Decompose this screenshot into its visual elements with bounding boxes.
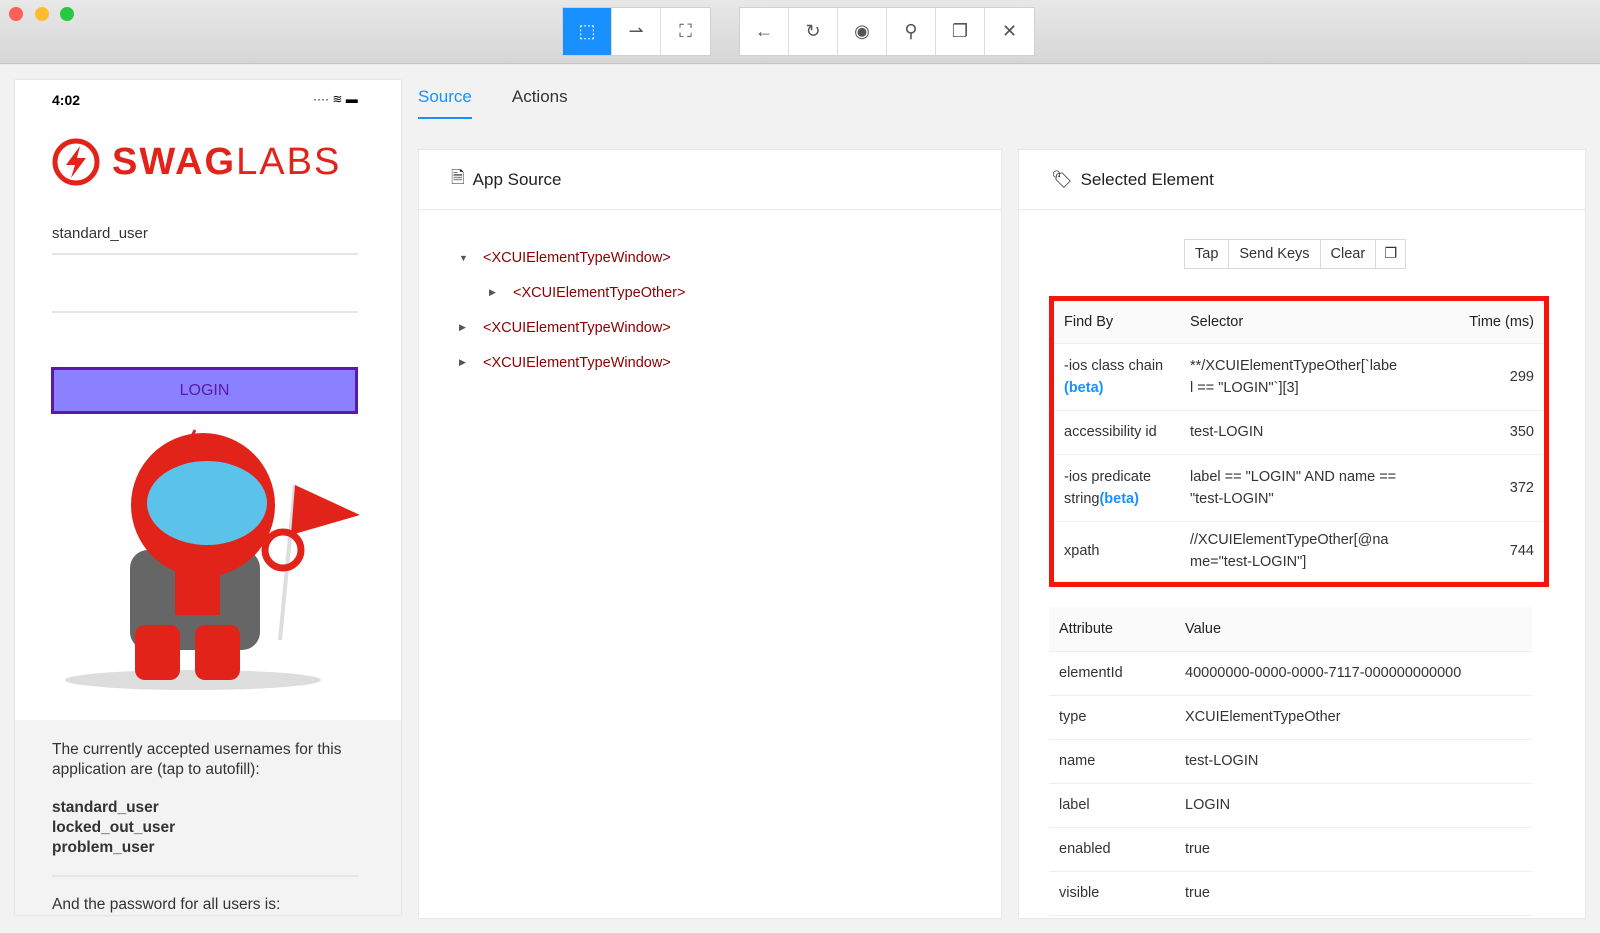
copy-xml-button[interactable]: ❐: [936, 8, 985, 55]
back-button[interactable]: ←: [740, 8, 789, 55]
find-by-row: -ios predicate string(beta) label == "LOG…: [1054, 454, 1544, 522]
search-button[interactable]: ⚲: [887, 8, 936, 55]
send-keys-button[interactable]: Send Keys: [1229, 240, 1321, 268]
login-button[interactable]: LOGIN: [51, 367, 358, 414]
selected-element-panel: 🏷 Selected Element Tap Send Keys Clear ❐ …: [1018, 149, 1586, 919]
copy-attributes-button[interactable]: ❐: [1376, 240, 1405, 268]
app-source-panel: 🗎 App Source ▼ <XCUIElementTypeWindow> ▶ <X…: [418, 149, 1002, 919]
clear-button[interactable]: Clear: [1321, 240, 1377, 268]
tab-source[interactable]: Source: [418, 87, 472, 119]
caret-down-icon[interactable]: ▼: [459, 253, 471, 263]
tab-actions[interactable]: Actions: [512, 87, 568, 119]
select-element-icon: ⬚: [578, 21, 596, 41]
tree-node[interactable]: ▼ <XCUIElementTypeWindow>: [459, 240, 1001, 275]
selector-value[interactable]: label == "LOGIN" AND name == "test-LOGIN…: [1180, 454, 1410, 522]
tree-node[interactable]: ▶ <XCUIElementTypeWindow>: [459, 310, 1001, 345]
find-by-table: Find By Selector Time (ms) -ios class chai…: [1049, 296, 1549, 587]
swipe-icon: ⇀: [628, 21, 644, 41]
password-field[interactable]: [52, 280, 358, 313]
lightning-logo-icon: [52, 138, 100, 186]
tree-node[interactable]: ▶ <XCUIElementTypeWindow>: [459, 345, 1001, 380]
show-attributes-button[interactable]: ◉: [838, 8, 887, 55]
caret-right-icon[interactable]: ▶: [459, 357, 471, 368]
username-option[interactable]: locked_out_user: [52, 818, 175, 838]
close-window-button[interactable]: [9, 7, 23, 21]
caret-right-icon[interactable]: ▶: [459, 322, 471, 333]
tree-node[interactable]: ▶ <XCUIElementTypeOther>: [459, 275, 1001, 310]
inspector-tabs: Source Actions: [418, 87, 568, 119]
quit-session-button[interactable]: ✕: [985, 8, 1034, 55]
username-option[interactable]: problem_user: [52, 838, 175, 858]
copy-xml-icon: ❐: [951, 21, 969, 41]
swipe-button[interactable]: ⇀: [612, 8, 661, 55]
username-option[interactable]: standard_user: [52, 798, 175, 818]
element-actions: Tap Send Keys Clear ❐: [1184, 239, 1407, 269]
window-titlebar: ⬚ ⇀ ⛶ ← ↻ ◉ ⚲ ❐ ✕: [0, 0, 1600, 64]
back-icon: ←: [755, 21, 773, 41]
find-by-row: -ios class chain (beta) **/XCUIElementTyp…: [1054, 343, 1544, 411]
username-field[interactable]: standard_user: [52, 225, 358, 255]
status-time: 4:02: [52, 92, 81, 108]
status-icons: ···· ≋ ▬: [313, 92, 358, 106]
robot-mascot-illustration: [65, 429, 360, 690]
tap-coordinates-button[interactable]: ⛶: [661, 8, 710, 55]
attributes-table: Attribute Value elementId 40000000-0000-00…: [1049, 607, 1532, 916]
search-icon: ⚲: [904, 21, 918, 41]
source-tree: ▼ <XCUIElementTypeWindow> ▶ <XCUIElementTy…: [419, 210, 1001, 380]
panel-title: App Source: [472, 169, 562, 189]
panel-title: Selected Element: [1080, 169, 1214, 189]
device-screenshot[interactable]: 4:02 ···· ≋ ▬ SWAGLABS standard_user LOG…: [15, 80, 401, 915]
file-icon: 🗎: [451, 168, 465, 187]
selector-value[interactable]: test-LOGIN: [1180, 410, 1410, 455]
attribute-row: name test-LOGIN: [1049, 739, 1532, 784]
tap-coordinates-icon: ⛶: [679, 21, 692, 41]
actions-toolbar: ← ↻ ◉ ⚲ ❐ ✕: [739, 7, 1035, 56]
find-by-row: accessibility id test-LOGIN 350: [1054, 410, 1544, 455]
swaglabs-logo: SWAGLABS: [52, 138, 341, 186]
caret-right-icon[interactable]: ▶: [489, 287, 501, 298]
eye-icon: ◉: [854, 21, 870, 41]
tag-icon: 🏷: [1051, 169, 1073, 189]
close-icon: ✕: [1001, 21, 1018, 41]
attribute-row: type XCUIElementTypeOther: [1049, 695, 1532, 740]
accepted-usernames-info: The currently accepted usernames for thi…: [15, 720, 401, 915]
attribute-row: visible true: [1049, 871, 1532, 916]
minimize-window-button[interactable]: [35, 7, 49, 21]
refresh-button[interactable]: ↻: [789, 8, 838, 55]
tap-button[interactable]: Tap: [1185, 240, 1230, 268]
selector-value[interactable]: //XCUIElementTypeOther[@name="test-LOGIN…: [1180, 521, 1410, 582]
selector-value[interactable]: **/XCUIElementTypeOther[`label == "LOGIN…: [1180, 343, 1410, 411]
attribute-row: enabled true: [1049, 827, 1532, 872]
select-element-button[interactable]: ⬚: [563, 8, 612, 55]
copy-icon: ❐: [1384, 246, 1398, 262]
mode-toolbar: ⬚ ⇀ ⛶: [562, 7, 711, 56]
attribute-row: elementId 40000000-0000-0000-7117-0000000…: [1049, 651, 1532, 696]
attribute-row: label LOGIN: [1049, 783, 1532, 828]
find-by-row: xpath//XCUIElementTypeOther[@name="test-…: [1054, 521, 1544, 582]
zoom-window-button[interactable]: [60, 7, 74, 21]
refresh-icon: ↻: [805, 21, 821, 41]
